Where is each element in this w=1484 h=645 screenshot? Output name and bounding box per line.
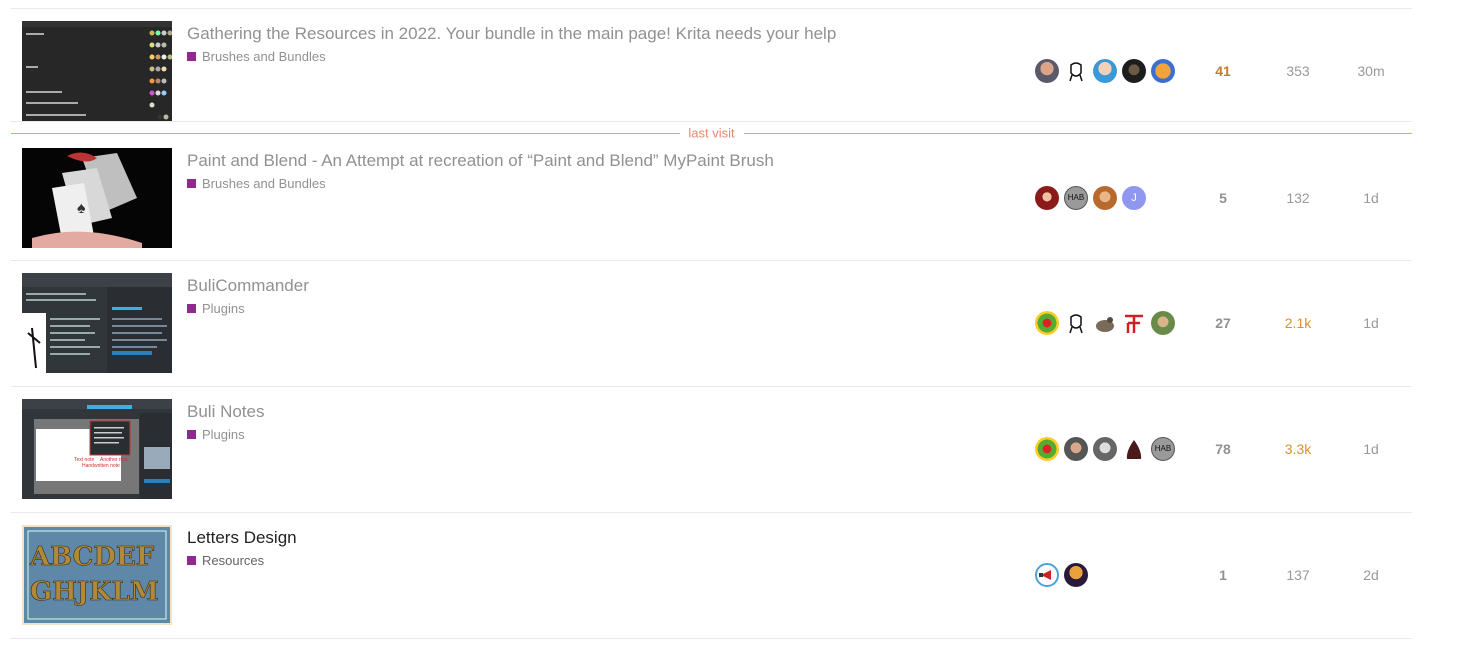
last-visit-divider: last visit	[11, 125, 1412, 141]
avatar[interactable]	[1122, 437, 1146, 461]
svg-text:GHJKLM: GHJKLM	[30, 577, 159, 607]
category-name[interactable]: Plugins	[202, 427, 245, 442]
category-name[interactable]: Brushes and Bundles	[202, 176, 326, 191]
view-count: 3.3k	[1284, 441, 1312, 457]
topic-title[interactable]: Gathering the Resources in 2022. Your bu…	[187, 24, 836, 44]
reply-count[interactable]: 78	[1193, 441, 1253, 457]
category-color-square	[187, 430, 196, 439]
avatar[interactable]	[1035, 59, 1059, 83]
avatar[interactable]	[1064, 437, 1088, 461]
avatar[interactable]	[1093, 437, 1117, 461]
topic-list: Gathering the Resources in 2022. Your bu…	[11, 0, 1412, 639]
reply-count[interactable]: 1	[1193, 567, 1253, 583]
last-visit-label: last visit	[679, 125, 744, 141]
category-badge[interactable]: Plugins	[187, 427, 245, 442]
view-count: 353	[1286, 63, 1310, 79]
activity-time[interactable]: 1d	[1341, 315, 1401, 331]
category-color-square	[187, 179, 196, 188]
avatar[interactable]	[1035, 311, 1059, 335]
avatar[interactable]	[1093, 311, 1117, 335]
category-color-square	[187, 556, 196, 565]
poster-avatars: HAB J	[1035, 186, 1146, 210]
category-name[interactable]: Resources	[202, 553, 264, 568]
svg-text:ABCDEF: ABCDEF	[29, 542, 155, 572]
svg-text:Handwritten note: Handwritten note	[82, 463, 120, 469]
topic-row[interactable]: Gathering the Resources in 2022. Your bu…	[11, 8, 1412, 122]
activity-time[interactable]: 30m	[1341, 63, 1401, 79]
topic-title[interactable]: Buli Notes	[187, 402, 264, 422]
avatar[interactable]: HAB	[1064, 186, 1088, 210]
topic-title[interactable]: Paint and Blend - An Attempt at recreati…	[187, 151, 774, 171]
topic-row[interactable]: ABCDEF GHJKLM Letters Design Resources 1…	[11, 513, 1412, 639]
category-name[interactable]: Brushes and Bundles	[202, 49, 326, 64]
activity-time[interactable]: 1d	[1341, 441, 1401, 457]
topic-title[interactable]: Letters Design	[187, 528, 297, 548]
topic-row[interactable]: Text note Another note Handwritten note …	[11, 387, 1412, 513]
svg-text:♠: ♠	[77, 200, 86, 217]
avatar[interactable]	[1064, 563, 1088, 587]
view-count: 2.1k	[1284, 315, 1312, 331]
category-badge[interactable]: Brushes and Bundles	[187, 49, 326, 64]
category-badge[interactable]: Resources	[187, 553, 264, 568]
topic-thumbnail[interactable]	[22, 273, 172, 373]
poster-avatars	[1035, 311, 1175, 335]
category-badge[interactable]: Plugins	[187, 301, 245, 316]
avatar[interactable]	[1122, 59, 1146, 83]
view-count: 137	[1286, 567, 1310, 583]
avatar[interactable]	[1064, 59, 1088, 83]
topic-title[interactable]: BuliCommander	[187, 276, 309, 296]
avatar[interactable]	[1035, 186, 1059, 210]
activity-time[interactable]: 1d	[1341, 190, 1401, 206]
topic-thumbnail[interactable]: ABCDEF GHJKLM	[22, 525, 172, 625]
avatar[interactable]	[1122, 311, 1146, 335]
category-color-square	[187, 304, 196, 313]
topic-row[interactable]: BuliCommander Plugins 27 2.1k 1d	[11, 261, 1412, 387]
poster-avatars	[1035, 59, 1175, 83]
avatar[interactable]	[1035, 437, 1059, 461]
avatar[interactable]	[1035, 563, 1059, 587]
poster-avatars: HAB	[1035, 437, 1175, 461]
avatar[interactable]	[1093, 186, 1117, 210]
reply-count[interactable]: 5	[1193, 190, 1253, 206]
avatar[interactable]	[1151, 311, 1175, 335]
reply-count[interactable]: 41	[1193, 63, 1253, 79]
topic-thumbnail[interactable]: ♠	[22, 148, 172, 248]
view-count: 132	[1286, 190, 1310, 206]
topic-thumbnail[interactable]	[22, 21, 172, 121]
avatar[interactable]	[1093, 59, 1117, 83]
avatar[interactable]: HAB	[1151, 437, 1175, 461]
category-name[interactable]: Plugins	[202, 301, 245, 316]
reply-count[interactable]: 27	[1193, 315, 1253, 331]
activity-time[interactable]: 2d	[1341, 567, 1401, 583]
poster-avatars	[1035, 563, 1088, 587]
topic-row[interactable]: ♠ Paint and Blend - An Attempt at recrea…	[11, 135, 1412, 261]
avatar[interactable]: J	[1122, 186, 1146, 210]
category-color-square	[187, 52, 196, 61]
avatar[interactable]	[1151, 59, 1175, 83]
topic-thumbnail[interactable]: Text note Another note Handwritten note	[22, 399, 172, 499]
avatar[interactable]	[1064, 311, 1088, 335]
category-badge[interactable]: Brushes and Bundles	[187, 176, 326, 191]
